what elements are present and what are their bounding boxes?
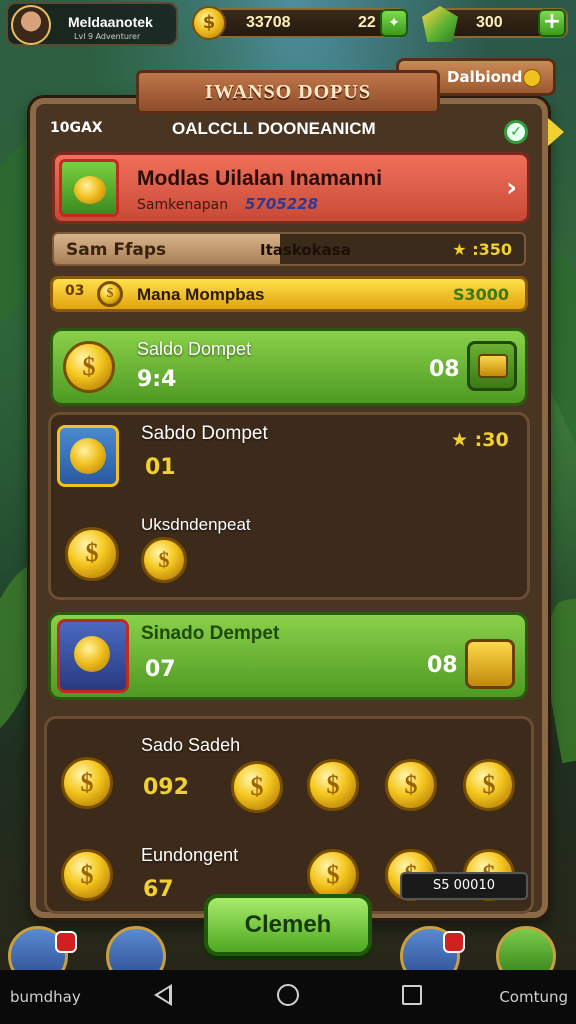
coin-icon[interactable]: $ [463, 759, 515, 811]
featured-title: Modlas Uilalan Inamanni [137, 167, 383, 190]
coin-icon: $ [97, 281, 123, 307]
wallet-card[interactable]: Sinado Dempet 07 08 [48, 612, 528, 700]
card-title: Saldo Dompet [137, 339, 252, 359]
progress-middle-text: Itaskokasa [260, 241, 351, 259]
featured-reward-row[interactable]: Modlas Uilalan Inamanni Samkenapan 57052… [52, 152, 530, 224]
card-title: Sabdo Dompet [141, 423, 268, 444]
pot-of-gold-icon [59, 159, 119, 217]
card-value: 07 [145, 657, 176, 682]
coin-icon[interactable]: $ [385, 759, 437, 811]
compass-icon [57, 619, 129, 693]
highlight-icon: 03 [65, 283, 85, 299]
nav-left-label[interactable]: bumdhay [10, 988, 81, 1006]
card-title: Eundongent [141, 845, 239, 865]
avatar[interactable] [11, 5, 51, 45]
card-title: Sinado Dempet [141, 623, 280, 644]
coin-resource-bar: 33708 22 [206, 8, 406, 38]
card-title: Sado Sadeh [141, 735, 241, 755]
progress-label: Sam Ffaps [66, 240, 167, 260]
header-left-label: 10GAX [50, 120, 103, 136]
coin-icon [523, 69, 541, 87]
chest-button[interactable] [467, 341, 517, 391]
highlight-value: S3000 [452, 285, 509, 304]
check-icon[interactable]: ✓ [504, 120, 528, 144]
coin-plus-button[interactable]: ✦ [380, 9, 408, 37]
player-profile[interactable]: Meldaanotek Lvl 9 Adventurer [6, 2, 178, 46]
claim-button[interactable]: Clemeh [204, 894, 372, 956]
player-name: Meldaanotek [68, 14, 153, 30]
header-title: OALCCLL DOONEANICM [172, 119, 376, 138]
compass-icon[interactable] [57, 425, 119, 487]
balance-label: S5 00010 [400, 872, 528, 900]
card-count: 08 [427, 653, 458, 678]
coin-icon[interactable]: $ [231, 761, 283, 813]
arrow-right-icon[interactable] [548, 118, 564, 146]
notification-badge [443, 931, 465, 953]
progress-value: ★ :350 [452, 240, 512, 259]
coin-secondary-count: 22 [358, 14, 376, 31]
featured-subtitle: Samkenapan [137, 197, 229, 213]
recent-apps-icon[interactable] [402, 985, 422, 1005]
card-value: 01 [145, 455, 176, 480]
highlight-title: Mana Mompbas [137, 285, 265, 304]
highlight-row[interactable]: 03 $ Mana Mompbas S3000 [50, 276, 528, 312]
coin-count: 33708 [246, 14, 291, 31]
coin-icon: $ [192, 6, 226, 40]
diamond-tab-label: Dalbiond [447, 68, 523, 86]
card-value: 092 [143, 775, 189, 800]
notification-badge [55, 931, 77, 953]
coin-icon: $ [63, 341, 115, 393]
card-value: 9:4 [137, 367, 177, 392]
coin-icon[interactable]: $ [307, 759, 359, 811]
player-subtitle: Lvl 9 Adventurer [74, 32, 141, 41]
nav-right-label[interactable]: Comtung [499, 988, 568, 1006]
gem-count: 300 [476, 14, 503, 31]
chest-button[interactable] [465, 639, 515, 689]
card-value: 67 [143, 877, 174, 902]
wallet-card[interactable]: $ Saldo Dompet 9:4 08 [50, 328, 528, 406]
system-nav-bar: bumdhay Comtung [0, 970, 576, 1024]
coin-icon[interactable]: $ [65, 527, 119, 581]
card-count: 08 [429, 357, 460, 382]
progress-row: Sam Ffaps Itaskokasa ★ :350 [52, 232, 526, 266]
back-icon[interactable] [154, 984, 172, 1006]
coin-icon[interactable]: $ [141, 537, 187, 583]
panel-title: IWANSO DOPUS [136, 70, 440, 114]
home-icon[interactable] [277, 984, 299, 1006]
chevron-right-icon[interactable]: › [506, 173, 517, 203]
coin-icon[interactable]: $ [61, 757, 113, 809]
top-bar: Meldaanotek Lvl 9 Adventurer 33708 22 $ … [0, 0, 576, 50]
wallet-card: Sabdo Dompet 01 ★ :30 Uksdndenpeat $ $ [48, 412, 530, 600]
card-title: Uksdndenpeat [141, 515, 251, 534]
add-gems-button[interactable]: + [538, 9, 566, 37]
coin-icon[interactable]: $ [61, 849, 113, 901]
featured-value: 5705228 [245, 195, 319, 213]
star-value: ★ :30 [451, 429, 509, 451]
